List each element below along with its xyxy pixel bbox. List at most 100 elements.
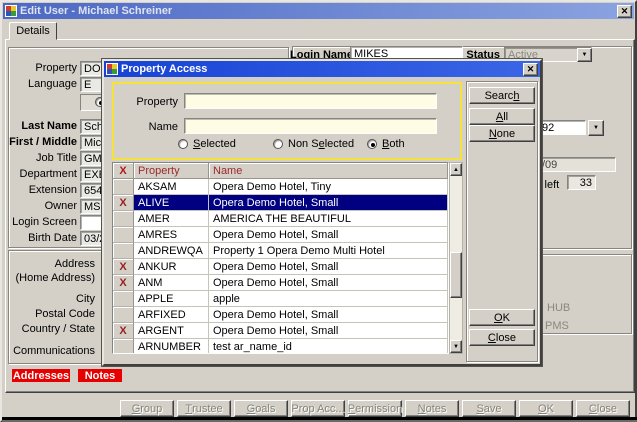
all-button[interactable]: All	[469, 108, 535, 125]
label-owner: Owner	[4, 200, 77, 212]
table-row[interactable]: APPLEapple	[113, 291, 448, 307]
radio-non-selected[interactable]: Non Selected	[273, 138, 354, 150]
row-x-cell[interactable]	[113, 179, 134, 195]
column-header-property[interactable]: Property	[134, 163, 209, 179]
table-row[interactable]: XALIVEOpera Demo Hotel, Small	[113, 195, 448, 211]
row-name-cell[interactable]: Opera Demo Hotel, Small	[209, 227, 448, 243]
dialog-property-input[interactable]	[184, 93, 437, 109]
label-communications: Communications	[4, 345, 95, 357]
notes-button[interactable]: Notes	[78, 369, 122, 382]
scroll-down-button[interactable]: ▼	[450, 340, 462, 353]
ok-button[interactable]: OK	[519, 400, 573, 417]
label-postal-code: Postal Code	[4, 308, 95, 320]
row-name-cell[interactable]: Opera Demo Hotel, Small	[209, 259, 448, 275]
label-first-middle: First / Middle	[4, 136, 77, 148]
group-button[interactable]: Group	[120, 400, 174, 417]
close-button[interactable]: Close	[469, 329, 535, 346]
row-name-cell[interactable]: AMERICA THE BEAUTIFUL	[209, 211, 448, 227]
ok-button[interactable]: OK	[469, 309, 535, 326]
row-property-cell[interactable]: AMER	[134, 211, 209, 227]
goals-button[interactable]: Goals	[234, 400, 288, 417]
table-row[interactable]: ARFIXEDOpera Demo Hotel, Small	[113, 307, 448, 323]
radio-both[interactable]: Both	[367, 138, 405, 150]
row-property-cell[interactable]: ALIVE	[134, 195, 209, 211]
label-city: City	[4, 293, 95, 305]
row-property-cell[interactable]: ARGENT	[134, 323, 209, 339]
label-country-state: Country / State	[4, 323, 95, 335]
search-button[interactable]: Search	[469, 87, 535, 104]
dialog-name-input[interactable]	[184, 118, 437, 134]
row-name-cell[interactable]: Opera Demo Hotel, Small	[209, 275, 448, 291]
row-x-cell[interactable]	[113, 243, 134, 259]
table-row[interactable]: ARNUMBERtest ar_name_id	[113, 339, 448, 354]
row-property-cell[interactable]: APPLE	[134, 291, 209, 307]
column-header-name[interactable]: Name	[209, 163, 448, 179]
row-x-cell[interactable]	[113, 307, 134, 323]
close-button[interactable]: Close	[576, 400, 630, 417]
table-scrollbar[interactable]: ▲ ▼	[449, 162, 463, 354]
number-field[interactable]: 92	[538, 120, 586, 135]
table-row[interactable]: AMERAMERICA THE BEAUTIFUL	[113, 211, 448, 227]
row-property-cell[interactable]: ARFIXED	[134, 307, 209, 323]
row-name-cell[interactable]: apple	[209, 291, 448, 307]
row-x-cell[interactable]: X	[113, 259, 134, 275]
prop-acc-button[interactable]: Prop Acc...	[291, 400, 345, 417]
row-property-cell[interactable]: ARNUMBER	[134, 339, 209, 354]
row-name-cell[interactable]: Property 1 Opera Demo Multi Hotel	[209, 243, 448, 259]
radio-icon	[273, 139, 283, 149]
row-x-cell[interactable]	[113, 339, 134, 354]
label-home-address: (Home Address)	[4, 272, 95, 284]
row-name-cell[interactable]: Opera Demo Hotel, Small	[209, 307, 448, 323]
table-row[interactable]: XANKUROpera Demo Hotel, Small	[113, 259, 448, 275]
table-row[interactable]: AKSAMOpera Demo Hotel, Tiny	[113, 179, 448, 195]
tab-details[interactable]: Details	[9, 22, 57, 40]
row-property-cell[interactable]: AMRES	[134, 227, 209, 243]
spinner-button[interactable]: ▼	[588, 120, 604, 136]
property-table: XPropertyNameAKSAMOpera Demo Hotel, Tiny…	[112, 162, 449, 354]
chevron-down-icon: ▼	[582, 52, 588, 58]
window-title: Edit User - Michael Schreiner	[20, 5, 172, 17]
table-row[interactable]: ANDREWQAProperty 1 Opera Demo Multi Hote…	[113, 243, 448, 259]
none-button[interactable]: None	[469, 125, 535, 142]
table-row[interactable]: AMRESOpera Demo Hotel, Small	[113, 227, 448, 243]
radio-selected[interactable]: Selected	[178, 138, 236, 150]
window-close-button[interactable]: ✕	[617, 5, 632, 18]
row-x-cell[interactable]: X	[113, 275, 134, 291]
row-x-cell[interactable]: X	[113, 323, 134, 339]
row-property-cell[interactable]: ANKUR	[134, 259, 209, 275]
dialog-close-button[interactable]: ✕	[523, 63, 538, 76]
scrollbar-thumb[interactable]	[450, 252, 462, 298]
dialog-property-label: Property	[116, 96, 178, 108]
row-property-cell[interactable]: ANDREWQA	[134, 243, 209, 259]
close-icon: ✕	[621, 7, 629, 16]
label-property: Property	[4, 62, 77, 74]
row-name-cell[interactable]: Opera Demo Hotel, Small	[209, 195, 448, 211]
row-x-cell[interactable]: X	[113, 195, 134, 211]
column-header-x[interactable]: X	[113, 163, 134, 179]
row-property-cell[interactable]: AKSAM	[134, 179, 209, 195]
status-dropdown-button[interactable]: ▼	[577, 48, 592, 62]
label-department: Department	[4, 168, 77, 180]
row-x-cell[interactable]	[113, 227, 134, 243]
row-name-cell[interactable]: test ar_name_id	[209, 339, 448, 354]
label-job-title: Job Title	[4, 152, 77, 164]
row-x-cell[interactable]	[113, 211, 134, 227]
row-name-cell[interactable]: Opera Demo Hotel, Tiny	[209, 179, 448, 195]
label-extension: Extension	[4, 184, 77, 196]
row-x-cell[interactable]	[113, 291, 134, 307]
label-last-name: Last Name	[4, 120, 77, 132]
trustee-button[interactable]: Trustee	[177, 400, 231, 417]
radio-label: Non Selected	[288, 138, 354, 150]
scroll-up-button[interactable]: ▲	[450, 163, 462, 176]
table-row[interactable]: XARGENTOpera Demo Hotel, Small	[113, 323, 448, 339]
table-header-row: XPropertyName	[113, 163, 448, 179]
addresses-button[interactable]: Addresses	[12, 369, 70, 382]
label-birth-date: Birth Date	[4, 232, 77, 244]
save-button[interactable]: Save	[462, 400, 516, 417]
row-name-cell[interactable]: Opera Demo Hotel, Small	[209, 323, 448, 339]
notes-button[interactable]: Notes	[405, 400, 459, 417]
table-row[interactable]: XANMOpera Demo Hotel, Small	[113, 275, 448, 291]
row-property-cell[interactable]: ANM	[134, 275, 209, 291]
fragment-text-2: PMS	[545, 320, 569, 332]
permission-button[interactable]: Permission	[348, 400, 402, 417]
